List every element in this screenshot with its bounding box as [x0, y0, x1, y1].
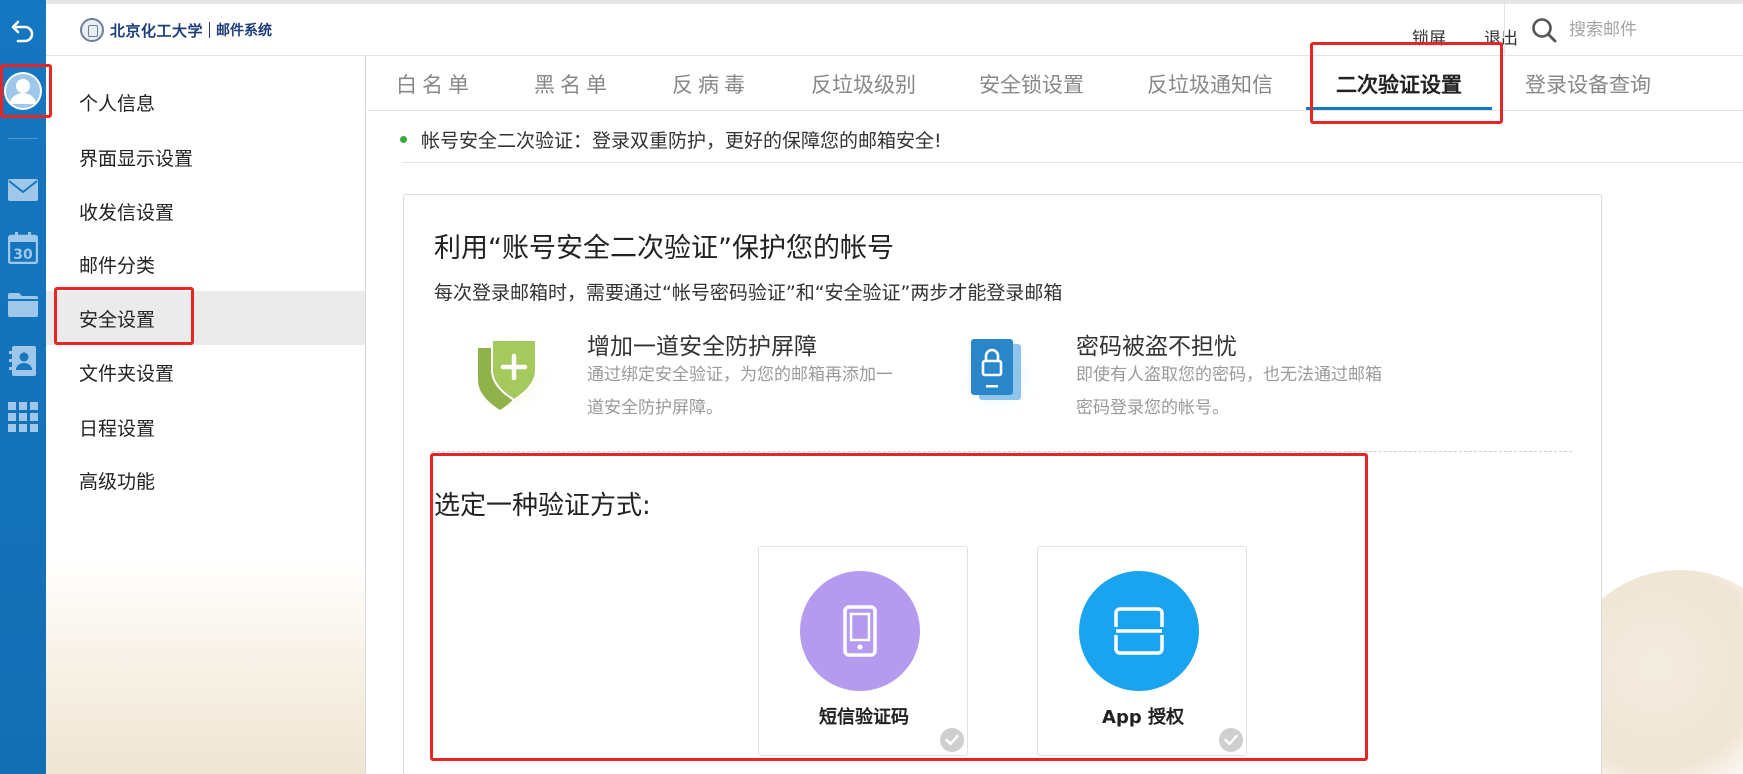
scan-icon	[1114, 607, 1164, 655]
tab-antivirus[interactable]: 反病毒	[672, 56, 750, 111]
logo-text: 北京化工大学	[110, 21, 204, 40]
avatar-icon[interactable]	[0, 68, 46, 114]
calendar-day: 30	[13, 247, 33, 263]
phone-icon	[843, 605, 877, 657]
sidebar-item-advanced[interactable]: 高级功能	[46, 453, 365, 507]
sidebar-item-schedule[interactable]: 日程设置	[46, 400, 365, 454]
search-icon[interactable]	[1531, 17, 1557, 43]
check-icon	[1219, 728, 1243, 752]
notice-divider	[402, 162, 1743, 163]
back-icon[interactable]	[0, 10, 46, 50]
icon-rail: 30	[0, 0, 46, 774]
feature-title-barrier: 增加一道安全防护屏障	[587, 334, 817, 360]
apps-grid-icon[interactable]	[0, 398, 46, 436]
method-app-option[interactable]: App 授权	[1037, 546, 1247, 756]
logo-system-text: 邮件系统	[216, 23, 273, 39]
sms-circle	[800, 571, 920, 691]
app-circle	[1079, 571, 1199, 691]
contacts-icon[interactable]	[0, 342, 46, 380]
sidebar-item-send-receive[interactable]: 收发信设置	[46, 184, 365, 238]
sidebar-item-label: 个人信息	[79, 92, 156, 115]
method-app-label: App 授权	[1102, 707, 1184, 728]
folder-icon[interactable]	[0, 286, 46, 322]
notice-text: 帐号安全二次验证：登录双重防护，更好的保障您的邮箱安全!	[421, 129, 942, 152]
mail-icon[interactable]	[0, 172, 46, 208]
lock-screen-link[interactable]: 锁屏	[1412, 24, 1446, 49]
tab-two-step-verification[interactable]: 二次验证设置	[1336, 56, 1462, 111]
lock-document-icon	[953, 332, 1041, 420]
tab-security-lock[interactable]: 安全锁设置	[979, 56, 1084, 111]
sidebar-item-security[interactable]: 安全设置	[46, 291, 365, 345]
feature-text-line: 通过绑定安全验证，为您的邮箱再添加一	[587, 365, 893, 385]
tab-login-devices[interactable]: 登录设备查询	[1525, 56, 1651, 111]
settings-tabs: 白名单 黑名单 反病毒 反垃圾级别 安全锁设置 反垃圾通知信 二次验证设置 登录…	[367, 56, 1743, 111]
top-bar: 北京化工大学 邮件系统 锁屏 退出	[46, 0, 1743, 56]
sidebar-item-folder[interactable]: 文件夹设置	[46, 345, 365, 399]
sidebar-item-label: 日程设置	[79, 417, 156, 440]
feature-text-barrier: 通过绑定安全验证，为您的邮箱再添加一 道安全防护屏障。	[587, 359, 893, 425]
notice-dot-icon	[400, 135, 407, 143]
feature-text-line: 密码登录您的帐号。	[1076, 398, 1229, 418]
shield-plus-icon	[467, 332, 555, 420]
calendar-icon[interactable]: 30	[0, 228, 46, 268]
tab-blacklist[interactable]: 黑名单	[534, 56, 612, 111]
tab-antispam-level[interactable]: 反垃圾级别	[811, 56, 916, 111]
sidebar-item-display[interactable]: 界面显示设置	[46, 130, 365, 184]
section-divider	[432, 451, 1572, 452]
feature-title-password: 密码被盗不担忧	[1076, 334, 1237, 360]
search-box[interactable]	[1504, 4, 1743, 55]
sidebar-item-profile[interactable]: 个人信息	[46, 75, 365, 129]
card-description: 每次登录邮箱时，需要通过“帐号密码验证”和“安全验证”两步才能登录邮箱	[434, 282, 1063, 304]
search-input[interactable]	[1569, 19, 1719, 40]
tab-antispam-notice[interactable]: 反垃圾通知信	[1147, 56, 1273, 111]
feature-text-password: 即使有人盗取您的密码，也无法通过邮箱 密码登录您的帐号。	[1076, 359, 1382, 425]
choose-method-label: 选定一种验证方式:	[434, 491, 651, 521]
active-tab-indicator	[1306, 107, 1492, 110]
logo[interactable]: 北京化工大学 邮件系统	[80, 18, 272, 42]
sidebar-item-label: 文件夹设置	[79, 362, 175, 385]
tab-whitelist[interactable]: 白名单	[396, 56, 474, 111]
sidebar-item-label: 高级功能	[79, 470, 156, 493]
rail-divider	[8, 138, 38, 139]
sidebar-item-label: 收发信设置	[79, 201, 175, 224]
notice-bar: 帐号安全二次验证：登录双重防护，更好的保障您的邮箱安全!	[400, 124, 942, 154]
sidebar-item-mail-category[interactable]: 邮件分类	[46, 237, 365, 291]
settings-sidebar: 个人信息界面显示设置 收发信设置邮件分类安全设置文件夹设置日程设置高级功能	[46, 56, 366, 774]
method-sms-option[interactable]: 短信验证码	[758, 546, 968, 756]
feature-text-line: 道安全防护屏障。	[587, 398, 723, 418]
sidebar-item-label: 界面显示设置	[79, 147, 194, 170]
sidebar-item-label: 安全设置	[79, 308, 156, 331]
university-seal-icon	[80, 18, 104, 42]
check-icon	[940, 728, 964, 752]
feature-text-line: 即使有人盗取您的密码，也无法通过邮箱	[1076, 365, 1382, 385]
card-title: 利用“账号安全二次验证”保护您的帐号	[434, 233, 894, 264]
sidebar-item-label: 邮件分类	[79, 254, 156, 277]
logo-divider	[209, 22, 211, 38]
method-sms-label: 短信验证码	[819, 707, 909, 728]
